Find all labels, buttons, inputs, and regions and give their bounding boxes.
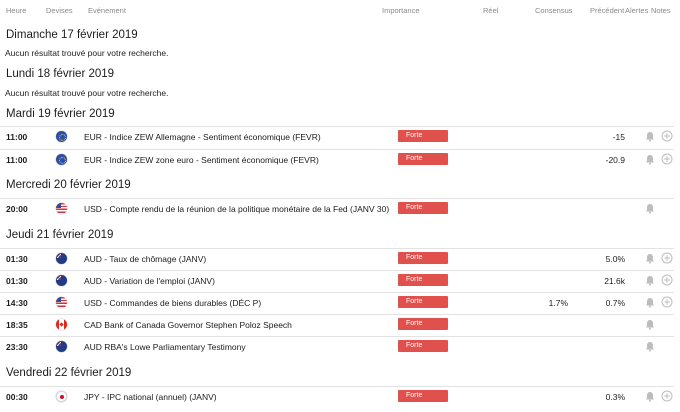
header-previous: Précédent <box>590 6 625 15</box>
impact-badge: Forte <box>398 202 448 214</box>
impact-badge: Forte <box>398 130 448 142</box>
bell-icon[interactable] <box>645 297 655 308</box>
add-note-icon[interactable] <box>661 390 673 402</box>
event-time: 14:30 <box>6 298 28 308</box>
day-title: Mardi 19 février 2019 <box>6 108 115 120</box>
au-flag-icon <box>56 275 67 286</box>
event-row[interactable]: 18:35 CAD Bank of Canada Governor Stephe… <box>0 314 680 336</box>
event-name[interactable]: AUD - Variation de l'emploi (JANV) <box>84 276 215 286</box>
jp-flag-icon <box>56 391 67 402</box>
day-title: Lundi 18 février 2019 <box>6 68 115 80</box>
event-time: 00:30 <box>6 392 28 402</box>
event-name[interactable]: USD - Commandes de biens durables (DÉC P… <box>84 298 261 308</box>
day-title: Vendredi 22 février 2019 <box>6 367 132 379</box>
header-alerts: Alertes <box>625 6 649 15</box>
event-time: 11:00 <box>6 155 28 165</box>
row-divider <box>0 386 674 387</box>
bell-icon[interactable] <box>645 341 655 352</box>
bell-icon[interactable] <box>645 131 655 142</box>
bell-icon[interactable] <box>645 203 655 214</box>
previous-value: 21.6k <box>604 276 625 286</box>
us-flag-icon <box>56 297 67 308</box>
event-time: 11:00 <box>6 132 28 142</box>
no-result-message: Aucun résultat trouvé pour votre recherc… <box>5 48 169 58</box>
event-time: 18:35 <box>6 320 28 330</box>
au-flag-icon <box>56 341 67 352</box>
ca-flag-icon <box>56 319 67 330</box>
day-title: Dimanche 17 février 2019 <box>6 29 138 41</box>
impact-badge: Forte <box>398 318 448 330</box>
event-time: 01:30 <box>6 276 28 286</box>
add-note-icon[interactable] <box>661 130 673 142</box>
day-title: Mercredi 20 février 2019 <box>6 179 131 191</box>
header-consensus: Consensus <box>535 6 573 15</box>
row-divider <box>0 336 674 337</box>
bell-icon[interactable] <box>645 154 655 165</box>
event-name[interactable]: JPY - IPC national (annuel) (JANV) <box>84 392 217 402</box>
header-currency: Devises <box>46 6 73 15</box>
event-row[interactable]: 20:00 USD - Compte rendu de la réunion d… <box>0 198 680 220</box>
add-note-icon[interactable] <box>661 252 673 264</box>
row-divider <box>0 270 674 271</box>
impact-badge: Forte <box>398 252 448 264</box>
event-name[interactable]: EUR - Indice ZEW zone euro - Sentiment é… <box>84 155 319 165</box>
event-name[interactable]: EUR - Indice ZEW Allemagne - Sentiment é… <box>84 132 321 142</box>
row-divider <box>0 248 674 249</box>
day-title: Jeudi 21 février 2019 <box>6 229 114 241</box>
event-time: 23:30 <box>6 342 28 352</box>
bell-icon[interactable] <box>645 253 655 264</box>
table-header: Heure Devises Evénement Importance Réel … <box>0 0 680 18</box>
row-divider <box>0 292 674 293</box>
event-row[interactable]: 01:30 AUD - Taux de chômage (JANV) Forte… <box>0 248 680 270</box>
event-name[interactable]: AUD - Taux de chômage (JANV) <box>84 254 206 264</box>
header-importance: Importance <box>382 6 420 15</box>
impact-badge: Forte <box>398 274 448 286</box>
add-note-icon[interactable] <box>661 153 673 165</box>
previous-value: 0.3% <box>605 392 625 402</box>
event-time: 20:00 <box>6 204 28 214</box>
event-row[interactable]: 00:30 JPY - IPC national (annuel) (JANV)… <box>0 386 680 408</box>
consensus-value: 1.7% <box>548 298 568 308</box>
header-event: Evénement <box>88 6 126 15</box>
bell-icon[interactable] <box>645 391 655 402</box>
add-note-icon[interactable] <box>661 296 673 308</box>
row-divider <box>0 149 674 150</box>
event-time: 01:30 <box>6 254 28 264</box>
event-name[interactable]: AUD RBA's Lowe Parliamentary Testimony <box>84 342 246 352</box>
event-name[interactable]: USD - Compte rendu de la réunion de la p… <box>84 204 389 214</box>
impact-badge: Forte <box>398 340 448 352</box>
previous-value: 0.7% <box>605 298 625 308</box>
previous-value: -15 <box>612 132 625 142</box>
event-name[interactable]: CAD Bank of Canada Governor Stephen Polo… <box>84 320 292 330</box>
event-row[interactable]: 01:30 AUD - Variation de l'emploi (JANV)… <box>0 270 680 292</box>
event-row[interactable]: 23:30 AUD RBA's Lowe Parliamentary Testi… <box>0 336 680 358</box>
row-divider <box>0 198 674 199</box>
eu-flag-icon <box>56 154 67 165</box>
eu-flag-icon <box>56 131 67 142</box>
bell-icon[interactable] <box>645 275 655 286</box>
header-notes: Notes <box>651 6 671 15</box>
header-actual: Réel <box>483 6 499 15</box>
row-divider <box>0 126 674 127</box>
event-row[interactable]: 11:00 EUR - Indice ZEW zone euro - Senti… <box>0 149 680 171</box>
header-time: Heure <box>6 6 27 15</box>
impact-badge: Forte <box>398 296 448 308</box>
au-flag-icon <box>56 253 67 264</box>
us-flag-icon <box>56 203 67 214</box>
no-result-message: Aucun résultat trouvé pour votre recherc… <box>5 88 169 98</box>
bell-icon[interactable] <box>645 319 655 330</box>
event-row[interactable]: 11:00 EUR - Indice ZEW Allemagne - Senti… <box>0 126 680 148</box>
impact-badge: Forte <box>398 153 448 165</box>
add-note-icon[interactable] <box>661 274 673 286</box>
row-divider <box>0 314 674 315</box>
previous-value: -20.9 <box>605 155 625 165</box>
previous-value: 5.0% <box>605 254 625 264</box>
impact-badge: Forte <box>398 390 448 402</box>
event-row[interactable]: 14:30 USD - Commandes de biens durables … <box>0 292 680 314</box>
